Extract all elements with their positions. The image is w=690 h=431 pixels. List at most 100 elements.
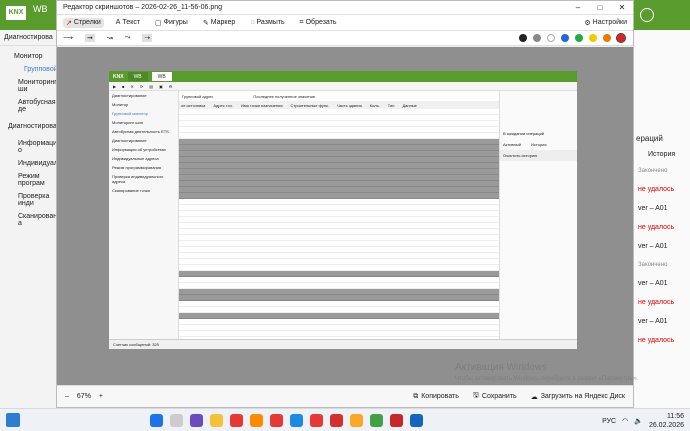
arrow-style-bar: ⟶ ➞ ↝ ⤳ ➝ xyxy=(57,31,633,46)
bg-right-1: не удалось xyxy=(638,186,675,193)
bg-item-3[interactable]: Мониторинг ши xyxy=(0,76,59,96)
bg-item-1[interactable]: Монитор xyxy=(0,46,59,63)
color-swatches xyxy=(519,33,626,43)
bg-item-5[interactable]: Диагностирова xyxy=(0,116,59,133)
inner-side-9[interactable]: Проверка индивидуального адреса xyxy=(109,172,178,186)
inner-rp-tab-0[interactable]: Активный xyxy=(503,142,521,147)
color-red[interactable] xyxy=(616,33,626,43)
close-icon[interactable]: ✕ xyxy=(611,3,633,12)
help-icon[interactable] xyxy=(640,8,654,22)
maximize-icon[interactable]: □ xyxy=(589,3,611,12)
bg-item-8[interactable]: Режим програм xyxy=(0,170,59,190)
search-icon[interactable] xyxy=(170,414,183,427)
settings-button[interactable]: ⚙ Настройки xyxy=(584,19,627,27)
tool-arrows[interactable]: ↗ Стрелки xyxy=(63,17,104,28)
inner-side-8[interactable]: Режим программирования xyxy=(109,163,178,172)
color-green[interactable] xyxy=(575,34,583,42)
color-orange[interactable] xyxy=(603,34,611,42)
inner-side-7[interactable]: Индивидуальные адреса xyxy=(109,154,178,163)
arrow-style-2-icon[interactable]: ➞ xyxy=(85,34,95,42)
tool-text[interactable]: A Текст xyxy=(113,18,143,27)
knx-app-icon[interactable] xyxy=(370,414,383,427)
inner-side-1[interactable]: Монитор xyxy=(109,100,178,109)
minus-icon[interactable]: – xyxy=(65,393,69,400)
taskview-icon[interactable] xyxy=(190,414,203,427)
tool-marker[interactable]: ✎ Маркер xyxy=(200,18,239,28)
inner-side-2[interactable]: Групповой монитор xyxy=(109,109,178,118)
tool-blur[interactable]: ◌ Размыть xyxy=(247,18,287,27)
inner-col-1: Адрес точ. xyxy=(213,103,233,108)
arrow-style-1-icon[interactable]: ⟶ xyxy=(63,34,73,42)
color-blue[interactable] xyxy=(561,34,569,42)
arrow-style-5-icon[interactable]: ➝ xyxy=(142,34,153,42)
inner-rp-title[interactable]: Очистить историю xyxy=(500,150,577,161)
bg-item-7[interactable]: Индивидуальн xyxy=(0,157,66,170)
bg-right-4: ver – A01 xyxy=(638,243,668,250)
upload-label: Загрузить на Яндекс Диск xyxy=(540,393,625,400)
bg-item-0[interactable]: Диагностирова xyxy=(0,30,59,46)
clock-time: 11:56 xyxy=(667,413,684,420)
start-icon[interactable] xyxy=(150,414,163,427)
editor-canvas[interactable]: KNX WB WB ▶ ■ ✕ ⟳ ▤ ▣ ⚙ Диагностирование Монит… xyxy=(57,47,633,385)
bg-item-2[interactable]: Групповой xyxy=(0,63,59,76)
inner-field-0: Групповой адрес xyxy=(182,94,214,99)
bg-item-4[interactable]: Автобусная де xyxy=(0,96,59,116)
inner-toolbar: ▶ ■ ✕ ⟳ ▤ ▣ ⚙ xyxy=(109,82,577,91)
windows-taskbar: РУС ◠ 🔈 11:56 26.02.2026 xyxy=(0,408,690,431)
inner-tab-2[interactable]: WB xyxy=(151,72,172,81)
background-right-panel: ераций История Закончено не удалось ver … xyxy=(630,30,690,408)
plus-icon[interactable]: + xyxy=(99,393,103,400)
copy-icon: ⧉ xyxy=(413,392,419,400)
inner-side-10[interactable]: Сканирование точки xyxy=(109,186,178,195)
inner-title-bar: KNX WB WB xyxy=(109,71,577,82)
app-icon-4[interactable] xyxy=(310,414,323,427)
yandex-icon[interactable] xyxy=(230,414,243,427)
explorer-icon[interactable] xyxy=(210,414,223,427)
tool-shapes-label: Фигуры xyxy=(163,19,188,26)
app-icon-7[interactable] xyxy=(390,414,403,427)
color-white[interactable] xyxy=(547,34,555,42)
arrow-style-4-icon[interactable]: ⤳ xyxy=(125,34,131,42)
app-icon-6[interactable] xyxy=(350,414,363,427)
inner-tab-1[interactable]: WB xyxy=(127,72,148,81)
bg-item-9[interactable]: Проверка инди xyxy=(0,190,59,210)
bg-item-10[interactable]: Сканирование а xyxy=(0,210,65,230)
tool-arrows-label: Стрелки xyxy=(73,19,101,26)
color-black[interactable] xyxy=(519,34,527,42)
inner-rp-tab-1[interactable]: История xyxy=(531,142,547,147)
color-gray[interactable] xyxy=(533,34,541,42)
inner-side-4[interactable]: Автобусная деятельность ETS xyxy=(109,127,178,136)
inner-side-6[interactable]: Информация об устройствах xyxy=(109,145,178,154)
volume-icon[interactable]: 🔈 xyxy=(634,417,643,425)
minimize-icon[interactable]: – xyxy=(567,3,589,12)
inner-side-5[interactable]: Диагностирование xyxy=(109,136,178,145)
color-yellow[interactable] xyxy=(589,34,597,42)
app-icon-1[interactable] xyxy=(250,414,263,427)
weather-icon[interactable] xyxy=(6,413,20,427)
inner-side-0[interactable]: Диагностирование xyxy=(109,91,178,100)
tool-shapes[interactable]: ▢ Фигуры xyxy=(152,18,191,28)
app-icon-5[interactable] xyxy=(330,414,343,427)
clock[interactable]: 11:56 26.02.2026 xyxy=(649,412,684,430)
app-icon-3[interactable] xyxy=(290,414,303,427)
keyboard-lang[interactable]: РУС xyxy=(602,418,616,425)
tool-crop[interactable]: ⌗ Обрезать xyxy=(297,18,340,28)
captured-screenshot[interactable]: KNX WB WB ▶ ■ ✕ ⟳ ▤ ▣ ⚙ Диагностирование Монит… xyxy=(109,71,577,349)
bg-item-6[interactable]: Информация о xyxy=(0,133,61,157)
wifi-icon[interactable]: ◠ xyxy=(622,417,628,425)
app-icon-8[interactable] xyxy=(410,414,423,427)
inner-col-6: Тип xyxy=(387,103,395,108)
background-sidebar: Диагностирова Монитор Групповой Монитори… xyxy=(0,30,66,408)
clock-date: 26.02.2026 xyxy=(648,422,684,429)
bg-right-7: не удалось xyxy=(638,299,675,306)
inner-side-3[interactable]: Мониторинг шин xyxy=(109,118,178,127)
arrow-icon: ↗ xyxy=(66,19,72,27)
upload-button[interactable]: ☁ Загрузить на Яндекс Диск xyxy=(531,391,625,402)
bg-right-header: ераций xyxy=(636,134,663,143)
inner-rp-header: В ожидании операций xyxy=(503,131,545,136)
copy-button[interactable]: ⧉ Копировать xyxy=(413,391,459,402)
save-button[interactable]: 🖫 Сохранить xyxy=(473,391,517,402)
arrow-style-3-icon[interactable]: ↝ xyxy=(107,34,113,42)
inner-knx-logo: KNX xyxy=(113,73,124,80)
app-icon-2[interactable] xyxy=(270,414,283,427)
